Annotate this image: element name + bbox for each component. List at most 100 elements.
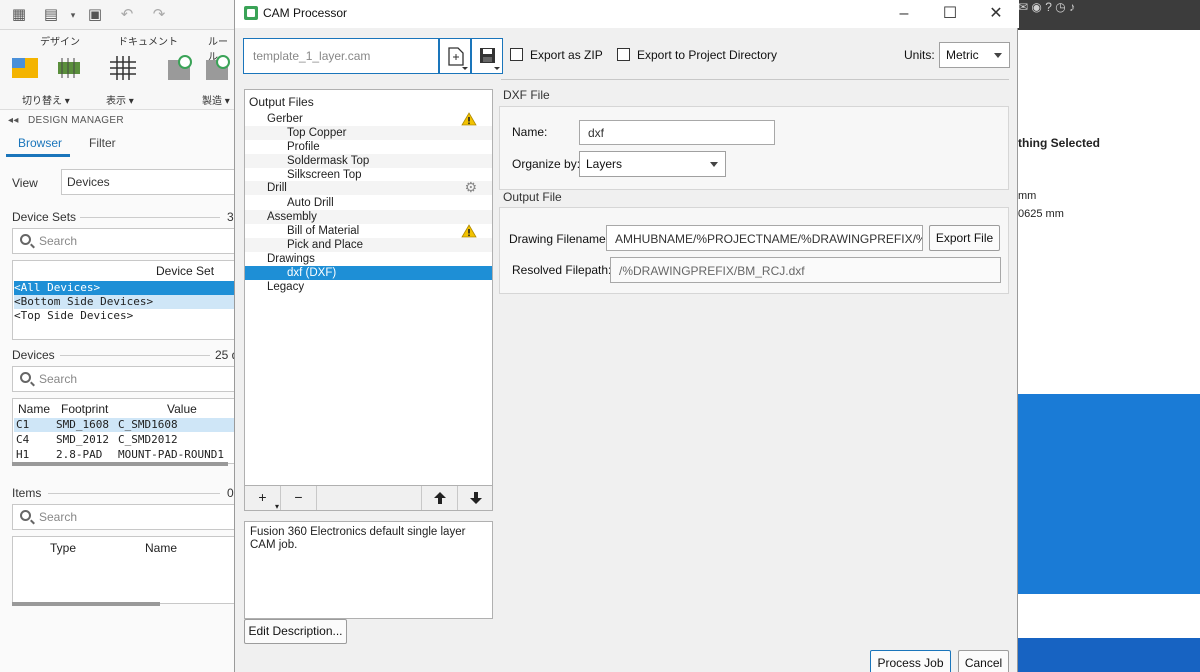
column-header-value[interactable]: Value	[167, 402, 197, 416]
view-select[interactable]: Devices	[61, 169, 239, 195]
new-file-button[interactable]	[439, 38, 471, 74]
view-caption[interactable]: 表示 ▾	[106, 92, 134, 107]
tree-item-profile[interactable]: Profile	[245, 140, 492, 154]
close-icon[interactable]: ✕	[973, 0, 1019, 28]
organize-by-select[interactable]: Layers	[579, 151, 726, 177]
maximize-icon[interactable]: ☐	[927, 0, 973, 28]
tree-item-bill-of-material[interactable]: Bill of Material	[245, 224, 492, 238]
chevron-down-icon[interactable]: ▾	[64, 6, 82, 24]
switch-caption[interactable]: 切り替え ▾	[22, 92, 70, 107]
devices-label: Devices	[12, 348, 55, 362]
search-placeholder: Search	[39, 234, 78, 248]
undo-icon[interactable]: ↶	[118, 6, 136, 24]
arrow-down-icon	[469, 492, 482, 504]
job-file-field[interactable]: template_1_layer.cam	[243, 38, 439, 74]
status-icon[interactable]: ◉	[1031, 0, 1041, 14]
app-toolbar-right: ✉ ◉ ? ◷ ♪	[1018, 0, 1200, 30]
cell-value: C_SMD2012	[118, 433, 178, 446]
items-search[interactable]: Search	[12, 504, 238, 530]
bell-icon[interactable]: ♪	[1069, 0, 1075, 14]
export-project-label: Export to Project Directory	[637, 48, 778, 62]
cancel-button[interactable]: Cancel	[958, 650, 1009, 672]
tree-item-pick-and-place[interactable]: Pick and Place	[245, 238, 492, 252]
save-job-button[interactable]	[471, 38, 503, 74]
move-down-button[interactable]	[457, 486, 493, 510]
column-header-type[interactable]: Type	[50, 541, 76, 555]
board-icon[interactable]	[54, 54, 84, 82]
move-up-button[interactable]	[421, 486, 457, 510]
horizontal-scrollbar[interactable]	[12, 602, 160, 606]
search-placeholder: Search	[39, 510, 78, 524]
tree-item-label: Bill of Material	[287, 225, 360, 237]
device-set-header[interactable]: Device Set	[156, 264, 214, 278]
column-header-footprint[interactable]: Footprint	[61, 402, 108, 416]
tree-item-dxf[interactable]: dxf (DXF)	[245, 266, 492, 280]
grid-icon[interactable]	[108, 54, 138, 82]
manufacture-icon[interactable]	[164, 54, 194, 82]
tree-item-label: Drill	[267, 182, 287, 194]
list-item[interactable]: <Bottom Side Devices>	[14, 295, 238, 309]
drawing-filename-input[interactable]: AMHUBNAME/%PROJECTNAME/%DRAWINGPREFIX/%N…	[606, 225, 923, 251]
dialog-title: CAM Processor	[263, 6, 348, 20]
collapse-icon[interactable]: ◂◂	[8, 115, 19, 126]
table-row[interactable]: C1 SMD_1608 C_SMD1608	[14, 418, 237, 432]
edit-description-button[interactable]: Edit Description...	[244, 619, 347, 644]
process-job-button[interactable]: Process Job	[870, 650, 951, 672]
canvas-area	[1018, 394, 1200, 594]
device-sets-search[interactable]: Search	[12, 228, 238, 254]
manufacture-caption[interactable]: 製造 ▾	[202, 92, 230, 107]
cell-footprint: SMD_1608	[56, 418, 109, 431]
table-row[interactable]: C4 SMD_2012 C_SMD2012	[14, 433, 237, 447]
manufacture-icon-2[interactable]	[204, 54, 234, 82]
items-count: 0	[227, 486, 234, 500]
export-file-button[interactable]: Export File	[929, 225, 1000, 251]
tree-item-soldermask-top[interactable]: Soldermask Top	[245, 154, 492, 168]
new-file-icon	[448, 47, 468, 70]
minus-icon: −	[294, 489, 303, 505]
list-item[interactable]: <All Devices>	[14, 281, 238, 295]
tab-browser[interactable]: Browser	[18, 136, 62, 150]
resolved-filepath-label: Resolved Filepath:	[512, 263, 612, 277]
output-file-group: Drawing Filename: AMHUBNAME/%PROJECTNAME…	[499, 207, 1009, 294]
redo-icon[interactable]: ↷	[150, 6, 168, 24]
help-icon[interactable]: ?	[1045, 0, 1052, 14]
column-header-name[interactable]: Name	[18, 402, 50, 416]
list-item[interactable]: <Top Side Devices>	[14, 309, 238, 323]
export-project-checkbox[interactable]	[617, 48, 630, 61]
export-zip-checkbox[interactable]	[510, 48, 523, 61]
chat-icon[interactable]: ✉	[1018, 0, 1028, 14]
units-select[interactable]: Metric	[939, 42, 1010, 68]
tree-item-legacy[interactable]: Legacy	[245, 280, 492, 294]
tree-item-gerber[interactable]: Gerber	[245, 112, 492, 126]
export-zip-label: Export as ZIP	[530, 48, 603, 62]
tab-filter[interactable]: Filter	[89, 136, 116, 150]
ribbon-tab-document[interactable]: ドキュメント	[118, 33, 178, 48]
tree-root[interactable]: Output Files	[245, 95, 492, 109]
cell-value: MOUNT-PAD-ROUND1	[118, 448, 224, 461]
add-output-button[interactable]: + ▾	[245, 486, 281, 511]
table-row[interactable]: H1 2.8-PAD MOUNT-PAD-ROUND1	[14, 448, 237, 462]
tree-item-assembly[interactable]: Assembly	[245, 210, 492, 224]
tree-item-auto-drill[interactable]: Auto Drill	[245, 196, 492, 210]
switch-icon[interactable]	[10, 54, 40, 82]
tree-item-drawings[interactable]: Drawings	[245, 252, 492, 266]
devices-search[interactable]: Search	[12, 366, 238, 392]
tree-item-silkscreen-top[interactable]: Silkscreen Top	[245, 168, 492, 182]
drawing-filename-label: Drawing Filename:	[509, 232, 610, 246]
horizontal-scrollbar[interactable]	[12, 462, 228, 466]
column-header-name[interactable]: Name	[145, 541, 177, 555]
tree-item-drill[interactable]: Drill ⚙	[245, 180, 492, 195]
file-icon[interactable]: ▤	[42, 6, 60, 24]
chevron-down-icon	[994, 53, 1002, 58]
clock-icon[interactable]: ◷	[1055, 0, 1065, 14]
minimize-icon[interactable]: –	[881, 0, 927, 28]
view-label: View	[12, 176, 38, 190]
name-input[interactable]: dxf	[579, 120, 775, 145]
divider	[48, 493, 220, 494]
save-icon[interactable]: ▣	[86, 6, 104, 24]
device-sets-label: Device Sets	[12, 210, 77, 224]
grid-menu-icon[interactable]: ▦	[10, 6, 28, 24]
remove-output-button[interactable]: −	[281, 486, 317, 510]
tree-item-top-copper[interactable]: Top Copper	[245, 126, 492, 140]
ribbon-tab-design[interactable]: デザイン	[40, 33, 80, 48]
